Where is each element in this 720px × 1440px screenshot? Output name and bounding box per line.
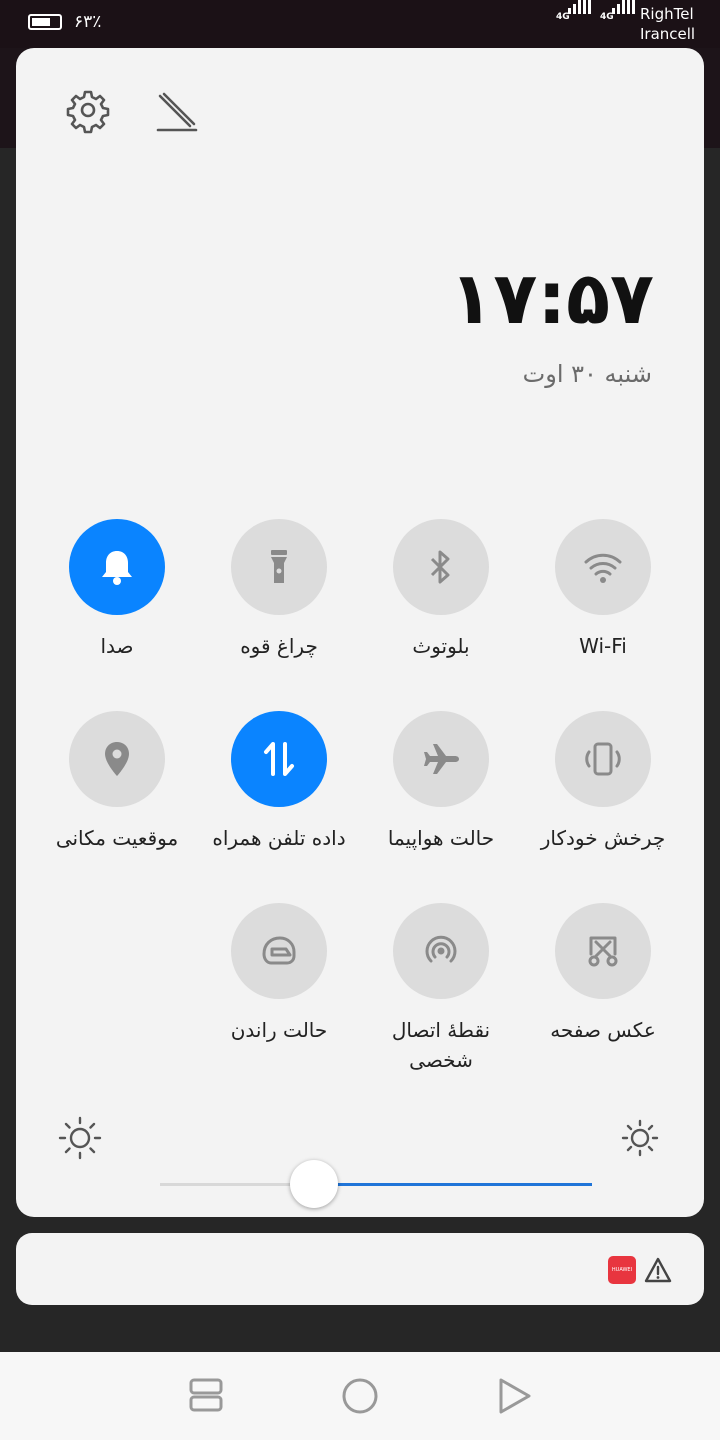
brightness-low-icon: [58, 1116, 102, 1160]
rotate-phone-icon: [585, 742, 621, 776]
location-pin-icon: [105, 742, 129, 776]
battery-percent: ۶۳٪: [74, 12, 102, 32]
screenshot-scissors-icon: [588, 936, 618, 967]
tile-auto-rotate[interactable]: چرخش خودکار: [522, 711, 684, 853]
wifi-icon: [584, 553, 622, 583]
tile-circle[interactable]: [555, 711, 651, 807]
tile-label: نقطهٔ اتصال شخصی: [391, 1018, 491, 1072]
brightness-slider-thumb[interactable]: [290, 1160, 338, 1208]
battery-icon: [28, 14, 62, 30]
carrier-1: RighTel: [640, 5, 694, 23]
tile-hotspot[interactable]: نقطهٔ اتصال شخصی: [360, 903, 522, 1075]
status-bar: ۶۳٪ 4G 4G RighTel Irancell: [0, 0, 720, 48]
tile-screenshot[interactable]: عکس صفحه: [522, 903, 684, 1045]
flashlight-icon: [271, 550, 287, 583]
airplane-icon: [424, 744, 459, 774]
navigation-bar: [0, 1352, 720, 1440]
date-text: شنبه ۳۰ اوت: [522, 360, 652, 388]
data-arrows-icon: [264, 742, 294, 776]
tile-circle[interactable]: [69, 519, 165, 615]
notification-card[interactable]: HUAWEI: [16, 1233, 704, 1305]
tile-sound[interactable]: صدا: [36, 519, 198, 661]
tile-driving[interactable]: حالت راندن: [198, 903, 360, 1045]
carrier-names: RighTel Irancell: [640, 4, 695, 44]
tile-label: صدا: [100, 634, 134, 658]
tile-label: چرخش خودکار: [540, 826, 666, 850]
huawei-app-icon: HUAWEI: [608, 1256, 636, 1284]
tile-bluetooth[interactable]: بلوتوث: [360, 519, 522, 661]
tile-label: عکس صفحه: [550, 1018, 656, 1042]
bluetooth-icon: [430, 550, 450, 584]
tile-circle[interactable]: [231, 519, 327, 615]
carrier-2: Irancell: [640, 25, 696, 43]
tile-circle[interactable]: [393, 711, 489, 807]
app-icon-text: HUAWEI: [611, 1267, 633, 1273]
back-triangle-icon[interactable]: [494, 1376, 534, 1416]
tile-label: موقعیت مکانی: [55, 826, 179, 850]
sim2-signal-icon: 4G: [600, 0, 640, 36]
tile-wifi[interactable]: Wi-Fi: [522, 519, 684, 661]
tile-flashlight[interactable]: چراغ قوه: [198, 519, 360, 661]
tile-location[interactable]: موقعیت مکانی: [36, 711, 198, 853]
clock-time: ۱۷:۵۷: [449, 256, 654, 340]
tile-label: Wi-Fi: [579, 634, 627, 658]
brightness-track-fill[interactable]: [314, 1183, 592, 1186]
tile-label: حالت هواپیما: [387, 826, 495, 850]
tile-label: حالت راندن: [230, 1018, 328, 1042]
warning-triangle-icon: [644, 1257, 672, 1283]
tile-circle[interactable]: [69, 711, 165, 807]
tile-circle[interactable]: [231, 903, 327, 999]
home-circle-icon[interactable]: [340, 1376, 380, 1416]
bell-icon: [102, 551, 132, 585]
tile-circle[interactable]: [393, 903, 489, 999]
sim1-signal-icon: 4G: [556, 0, 596, 36]
hotspot-icon: [425, 935, 457, 963]
quick-settings-panel: ۱۷:۵۷ شنبه ۳۰ اوت صدا چراغ قوه بلوتوث Wi…: [16, 48, 704, 1252]
brightness-high-icon: [621, 1119, 659, 1157]
tile-circle[interactable]: [555, 903, 651, 999]
tile-circle[interactable]: [555, 519, 651, 615]
recents-icon[interactable]: [186, 1376, 226, 1416]
tile-circle[interactable]: [231, 711, 327, 807]
tile-label: داده تلفن همراه: [212, 826, 346, 850]
gear-icon[interactable]: [64, 86, 112, 134]
pencil-icon[interactable]: [152, 88, 200, 136]
tile-mobile-data[interactable]: داده تلفن همراه: [198, 711, 360, 853]
tile-label: بلوتوث: [412, 634, 470, 658]
helmet-icon: [262, 936, 296, 965]
tile-label: چراغ قوه: [240, 634, 318, 658]
tile-circle[interactable]: [393, 519, 489, 615]
tile-airplane[interactable]: حالت هواپیما: [360, 711, 522, 853]
